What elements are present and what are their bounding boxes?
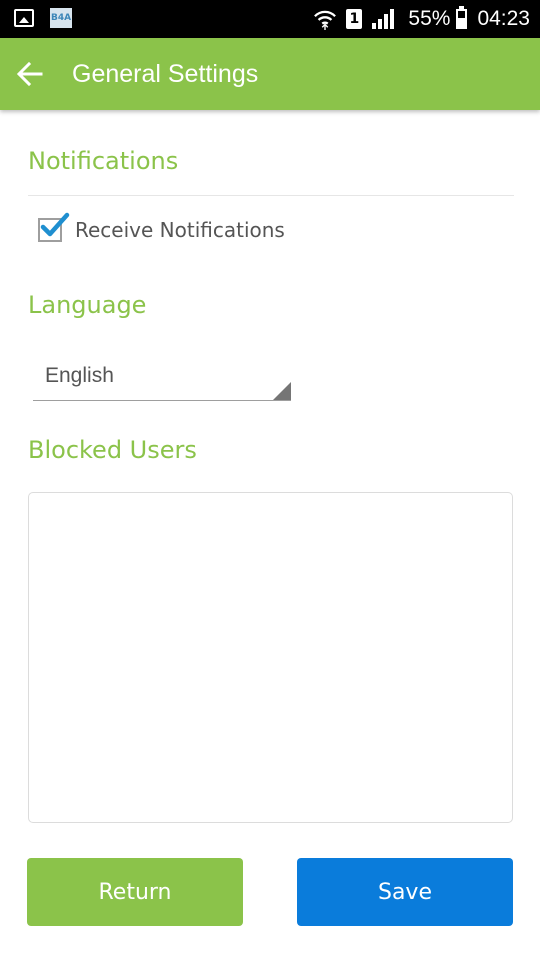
b4a-notification-icon: B4A [50, 8, 72, 28]
notifications-heading: Notifications [28, 147, 179, 175]
back-button[interactable] [0, 38, 60, 110]
gallery-notification-icon [14, 9, 34, 27]
receive-notifications-label: Receive Notifications [75, 218, 285, 242]
blocked-users-list[interactable] [28, 492, 513, 823]
language-heading: Language [28, 291, 147, 319]
return-button[interactable]: Return [27, 858, 243, 926]
notifications-divider [28, 195, 514, 196]
page-title: General Settings [72, 59, 259, 88]
save-button[interactable]: Save [297, 858, 513, 926]
language-dropdown[interactable]: English [33, 358, 291, 401]
dropdown-arrow-icon [273, 382, 291, 400]
battery-percent: 55% [408, 7, 451, 30]
blocked-users-heading: Blocked Users [28, 436, 197, 464]
receive-notifications-row[interactable]: Receive Notifications [38, 212, 285, 242]
app-toolbar: General Settings [0, 38, 540, 110]
sim-icon: 1 [346, 9, 363, 29]
arrow-left-icon [17, 61, 43, 87]
wifi-icon [314, 10, 337, 30]
status-bar: B4A 1 55% 04:23 [0, 0, 540, 38]
signal-strength-icon [372, 9, 395, 29]
receive-notifications-checkbox[interactable] [38, 212, 70, 242]
checkmark-icon [40, 212, 70, 237]
language-selected-value: English [45, 364, 114, 387]
clock: 04:23 [477, 7, 530, 30]
battery-icon [456, 6, 468, 29]
